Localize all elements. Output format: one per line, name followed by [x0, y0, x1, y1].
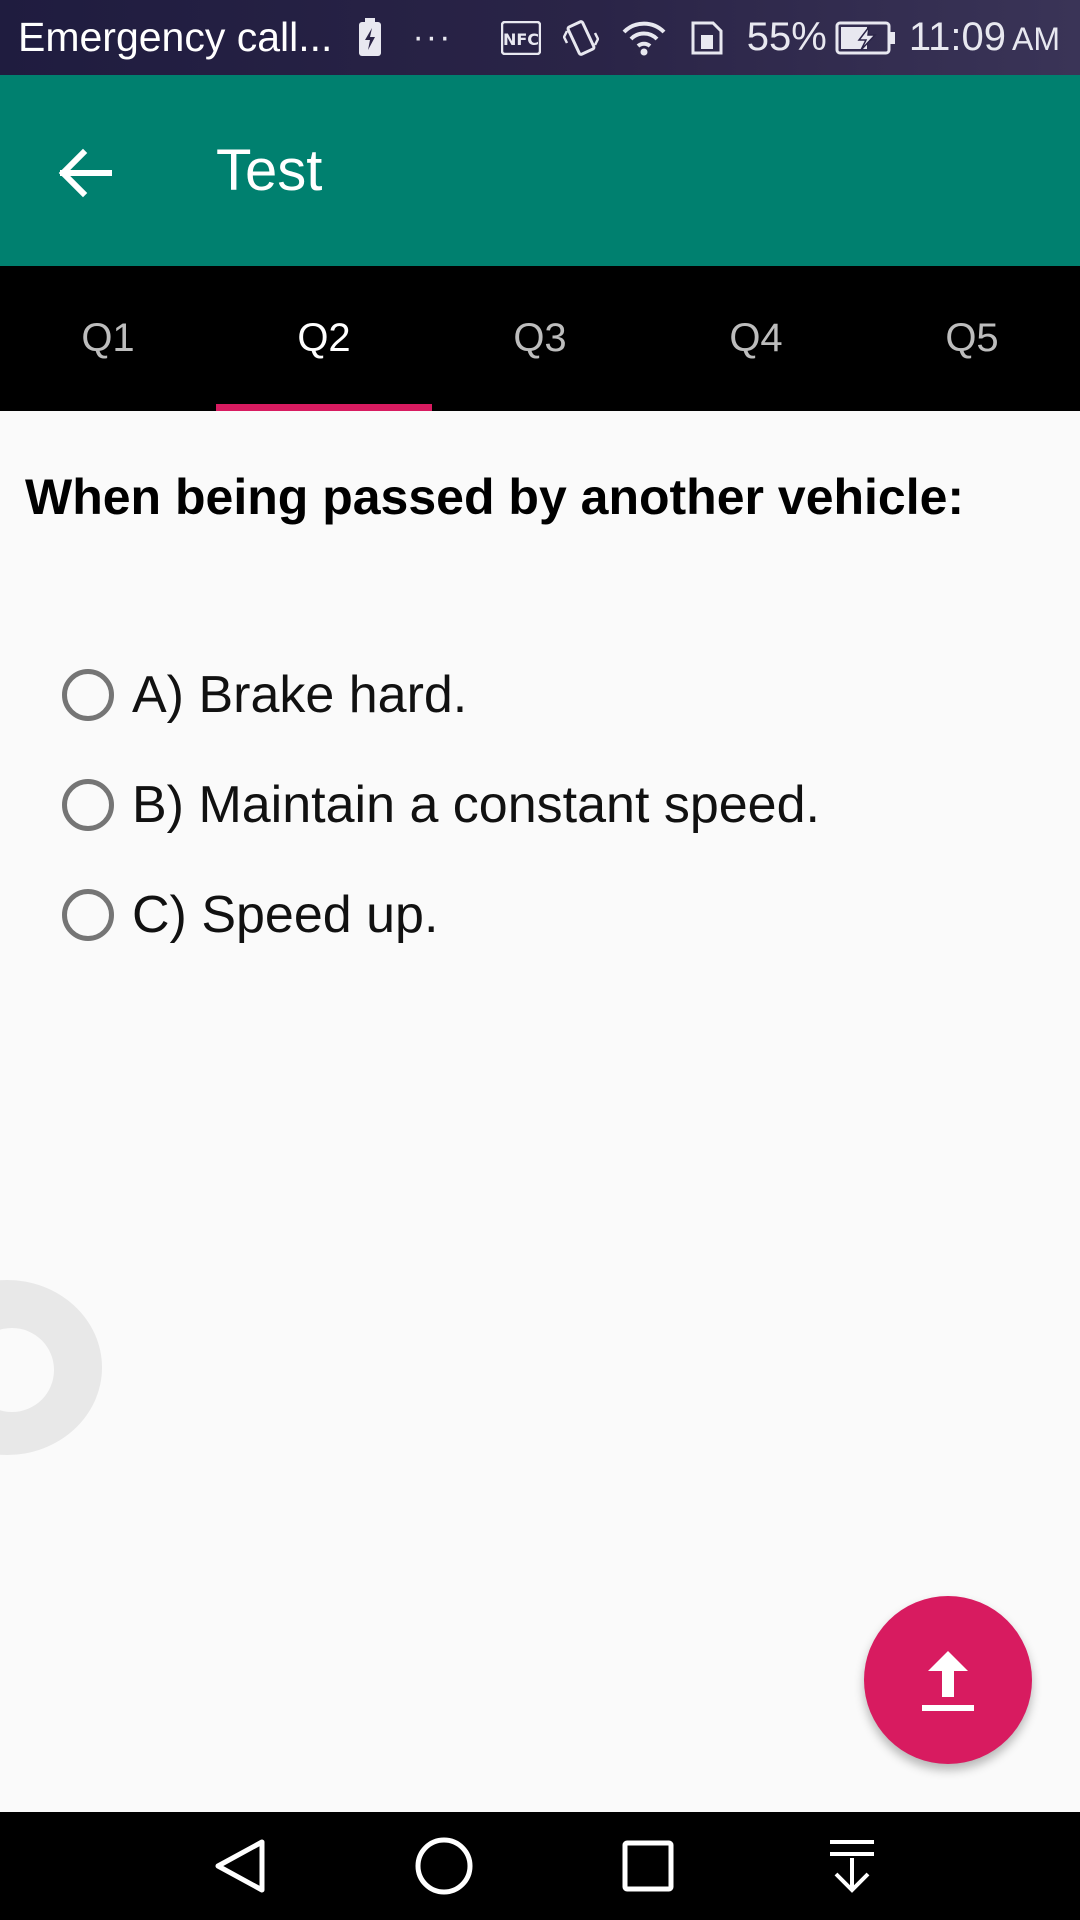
floating-assistive-button[interactable]	[0, 1280, 102, 1455]
tab-label: Q5	[945, 316, 999, 360]
clock-time: 11:09	[908, 15, 1006, 59]
nav-notifications-button[interactable]	[812, 1826, 892, 1906]
screen: Emergency call... ··· NFC 55% 11:09 AM T…	[0, 0, 1080, 1920]
system-nav-bar	[0, 1812, 1080, 1920]
back-triangle-icon	[215, 1839, 265, 1893]
question-text: When being passed by another vehicle:	[25, 469, 965, 525]
notification-pulldown-icon	[830, 1840, 874, 1893]
clock-ampm: AM	[1012, 21, 1060, 57]
tab-q4[interactable]: Q4	[648, 266, 864, 411]
nav-recents-button[interactable]	[608, 1826, 688, 1906]
tab-label: Q3	[513, 316, 567, 360]
radio-button[interactable]	[62, 669, 114, 721]
battery-percent: 55%	[746, 15, 827, 59]
nfc-icon: NFC	[500, 20, 541, 55]
home-circle-icon	[415, 1837, 473, 1895]
option-label: C) Speed up.	[132, 886, 439, 944]
tab-q2[interactable]: Q2	[216, 266, 432, 411]
status-bar: Emergency call... ··· NFC 55% 11:09 AM	[0, 0, 1080, 75]
floating-button-hole	[0, 1328, 54, 1412]
question-tabs: Q1 Q2 Q3 Q4 Q5	[0, 266, 1080, 411]
submit-fab[interactable]	[864, 1596, 1032, 1764]
wifi-icon	[621, 20, 667, 56]
battery-charging-icon	[835, 21, 897, 55]
nav-home-button[interactable]	[404, 1826, 484, 1906]
back-button[interactable]	[40, 128, 130, 218]
active-tab-indicator	[216, 404, 432, 411]
clock: 11:09 AM	[909, 15, 1060, 60]
option-a[interactable]: A) Brake hard.	[62, 640, 820, 750]
status-left: Emergency call... ···	[18, 0, 452, 75]
nfc-text: NFC	[503, 30, 539, 49]
tab-label: Q1	[81, 316, 135, 360]
tab-q3[interactable]: Q3	[432, 266, 648, 411]
upload-icon	[922, 1651, 974, 1711]
battery-saver-icon	[356, 0, 384, 75]
arrow-back-icon	[58, 148, 112, 198]
radio-button[interactable]	[62, 779, 114, 831]
tab-label: Q2	[297, 316, 351, 360]
page-title: Test	[216, 138, 323, 203]
answer-options: A) Brake hard. B) Maintain a constant sp…	[62, 640, 820, 970]
option-c[interactable]: C) Speed up.	[62, 860, 820, 970]
app-bar: Test	[0, 75, 1080, 266]
radio-button[interactable]	[62, 889, 114, 941]
option-label: A) Brake hard.	[132, 666, 468, 724]
nav-back-button[interactable]	[200, 1826, 280, 1906]
recents-square-icon	[622, 1840, 674, 1892]
tab-q5[interactable]: Q5	[864, 266, 1080, 411]
vibrate-icon	[562, 19, 599, 57]
status-right: NFC 55% 11:09 AM	[500, 0, 1060, 75]
carrier-label: Emergency call...	[18, 14, 333, 60]
tab-label: Q4	[729, 316, 783, 360]
more-notifications-dots: ···	[412, 18, 453, 56]
option-label: B) Maintain a constant speed.	[132, 776, 820, 834]
tab-q1[interactable]: Q1	[0, 266, 216, 411]
option-b[interactable]: B) Maintain a constant speed.	[62, 750, 820, 860]
sim-icon	[689, 19, 725, 57]
